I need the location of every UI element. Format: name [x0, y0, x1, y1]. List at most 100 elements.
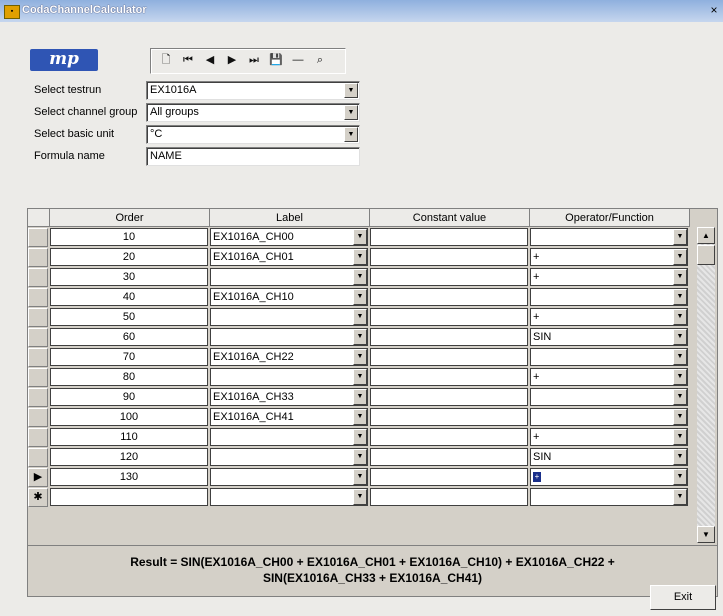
operator-cell[interactable]: [530, 388, 688, 406]
current-row-marker-icon[interactable]: ▶: [28, 468, 48, 487]
label-cell[interactable]: [210, 448, 368, 466]
order-cell[interactable]: 20: [50, 248, 208, 266]
chevron-down-icon[interactable]: ▼: [673, 269, 687, 285]
operator-cell[interactable]: +: [530, 308, 688, 326]
constant-cell[interactable]: [370, 288, 528, 306]
chevron-down-icon[interactable]: ▼: [353, 269, 367, 285]
chevron-down-icon[interactable]: ▼: [673, 389, 687, 405]
new-record-icon[interactable]: 🗋: [157, 52, 175, 69]
operator-cell[interactable]: [530, 488, 688, 506]
operator-cell[interactable]: +: [530, 468, 688, 486]
order-cell[interactable]: 10: [50, 228, 208, 246]
constant-cell[interactable]: [370, 308, 528, 326]
operator-cell[interactable]: SIN: [530, 448, 688, 466]
chevron-down-icon[interactable]: ▼: [673, 349, 687, 365]
order-cell[interactable]: 80: [50, 368, 208, 386]
basic-unit-select[interactable]: °C ▼: [146, 125, 360, 144]
label-cell[interactable]: EX1016A_CH22: [210, 348, 368, 366]
close-icon[interactable]: ×: [707, 4, 721, 18]
constant-cell[interactable]: [370, 268, 528, 286]
next-record-icon[interactable]: ▶: [223, 52, 241, 69]
order-cell[interactable]: 120: [50, 448, 208, 466]
operator-cell[interactable]: [530, 408, 688, 426]
chevron-down-icon[interactable]: ▼: [353, 329, 367, 345]
constant-cell[interactable]: [370, 488, 528, 506]
row-header[interactable]: [28, 368, 48, 387]
order-cell[interactable]: 110: [50, 428, 208, 446]
testrun-select[interactable]: EX1016A ▼: [146, 81, 360, 100]
constant-cell[interactable]: [370, 448, 528, 466]
first-record-icon[interactable]: ⏮: [179, 52, 197, 69]
chevron-down-icon[interactable]: ▼: [353, 249, 367, 265]
chevron-down-icon[interactable]: ▼: [673, 309, 687, 325]
operator-cell[interactable]: [530, 348, 688, 366]
column-header-constant[interactable]: Constant value: [370, 209, 530, 227]
label-cell[interactable]: [210, 328, 368, 346]
label-cell[interactable]: [210, 488, 368, 506]
row-header[interactable]: [28, 248, 48, 267]
constant-cell[interactable]: [370, 468, 528, 486]
last-record-icon[interactable]: ⏭: [245, 52, 263, 69]
new-row-marker-icon[interactable]: ✱: [28, 488, 48, 507]
operator-cell[interactable]: [530, 288, 688, 306]
row-header[interactable]: [28, 448, 48, 467]
row-header[interactable]: [28, 268, 48, 287]
chevron-down-icon[interactable]: ▼: [673, 489, 687, 505]
constant-cell[interactable]: [370, 408, 528, 426]
grid-scrollbar[interactable]: ▲ ▼: [697, 227, 715, 543]
chevron-down-icon[interactable]: ▼: [353, 389, 367, 405]
operator-cell[interactable]: SIN: [530, 328, 688, 346]
chevron-down-icon[interactable]: ▼: [673, 429, 687, 445]
chevron-down-icon[interactable]: ▼: [673, 469, 687, 485]
row-header[interactable]: [28, 328, 48, 347]
operator-cell[interactable]: +: [530, 428, 688, 446]
order-cell[interactable]: 130: [50, 468, 208, 486]
constant-cell[interactable]: [370, 228, 528, 246]
chevron-down-icon[interactable]: ▼: [353, 369, 367, 385]
chevron-down-icon[interactable]: ▼: [353, 449, 367, 465]
chevron-down-icon[interactable]: ▼: [673, 409, 687, 425]
label-cell[interactable]: EX1016A_CH33: [210, 388, 368, 406]
chevron-down-icon[interactable]: ▼: [353, 309, 367, 325]
chevron-down-icon[interactable]: ▼: [353, 409, 367, 425]
order-cell[interactable]: 40: [50, 288, 208, 306]
label-cell[interactable]: [210, 468, 368, 486]
label-cell[interactable]: [210, 368, 368, 386]
save-icon[interactable]: 💾: [267, 52, 285, 69]
exit-button[interactable]: Exit: [650, 585, 716, 610]
chevron-down-icon[interactable]: ▼: [344, 105, 358, 120]
column-header-label[interactable]: Label: [210, 209, 370, 227]
chevron-down-icon[interactable]: ▼: [673, 289, 687, 305]
row-header[interactable]: [28, 308, 48, 327]
formula-name-input[interactable]: NAME: [146, 147, 360, 166]
order-cell[interactable]: [50, 488, 208, 506]
chevron-down-icon[interactable]: ▼: [673, 249, 687, 265]
chevron-down-icon[interactable]: ▼: [353, 429, 367, 445]
row-header[interactable]: [28, 228, 48, 247]
label-cell[interactable]: [210, 268, 368, 286]
label-cell[interactable]: [210, 428, 368, 446]
row-header[interactable]: [28, 408, 48, 427]
previous-record-icon[interactable]: ◀: [201, 52, 219, 69]
label-cell[interactable]: EX1016A_CH01: [210, 248, 368, 266]
chevron-down-icon[interactable]: ▼: [673, 449, 687, 465]
constant-cell[interactable]: [370, 328, 528, 346]
operator-cell[interactable]: +: [530, 248, 688, 266]
row-header[interactable]: [28, 428, 48, 447]
constant-cell[interactable]: [370, 388, 528, 406]
chevron-down-icon[interactable]: ▼: [353, 289, 367, 305]
chevron-down-icon[interactable]: ▼: [353, 229, 367, 245]
operator-cell[interactable]: [530, 228, 688, 246]
row-header[interactable]: [28, 388, 48, 407]
chevron-down-icon[interactable]: ▼: [353, 469, 367, 485]
label-cell[interactable]: EX1016A_CH00: [210, 228, 368, 246]
constant-cell[interactable]: [370, 248, 528, 266]
order-cell[interactable]: 30: [50, 268, 208, 286]
chevron-down-icon[interactable]: ▼: [344, 83, 358, 98]
order-cell[interactable]: 90: [50, 388, 208, 406]
find-icon[interactable]: ⌕: [311, 52, 329, 69]
chevron-down-icon[interactable]: ▼: [344, 127, 358, 142]
chevron-down-icon[interactable]: ▼: [673, 369, 687, 385]
order-cell[interactable]: 50: [50, 308, 208, 326]
channel-group-select[interactable]: All groups ▼: [146, 103, 360, 122]
